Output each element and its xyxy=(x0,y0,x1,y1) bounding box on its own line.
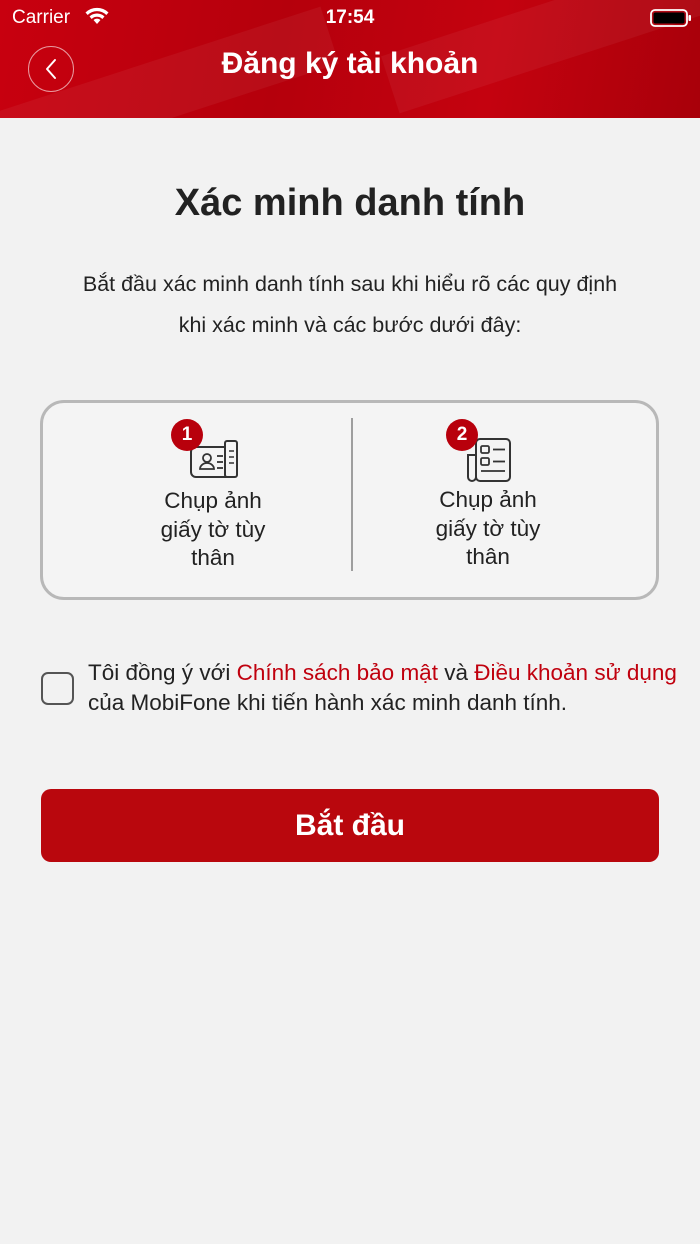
agreement-text: Tôi đồng ý với Chính sách bảo mật và Điề… xyxy=(88,658,688,718)
step-2: 2 Chụp ảnh giấy tờ tùy thân xyxy=(338,403,638,597)
status-bar: Carrier 17:54 xyxy=(0,0,700,36)
terms-of-use-link[interactable]: Điều khoản sử dụng xyxy=(474,660,677,685)
step-number-badge: 1 xyxy=(171,419,203,451)
step-label-line: Chụp ảnh xyxy=(164,488,262,513)
agree-checkbox[interactable] xyxy=(41,672,74,705)
intro-line: Bắt đầu xác minh danh tính sau khi hiểu … xyxy=(82,272,618,296)
step-label: Chụp ảnh giấy tờ tùy thân xyxy=(63,487,363,573)
agreement-prefix: Tôi đồng ý với xyxy=(88,660,237,685)
step-number-badge: 2 xyxy=(446,419,478,451)
intro-line: khi xác minh và các bước dưới đây: xyxy=(178,313,522,337)
steps-card: 1 Chụp ảnh giấy tờ tùy thân 2 Chụp ảnh g… xyxy=(40,400,659,600)
step-label-line: Chụp ảnh xyxy=(439,487,537,512)
start-button[interactable]: Bắt đầu xyxy=(41,789,659,862)
status-time: 17:54 xyxy=(325,7,375,28)
nav-title: Đăng ký tài khoản xyxy=(221,47,479,80)
battery-icon xyxy=(650,9,691,27)
step-label-line: thân xyxy=(466,544,510,569)
privacy-policy-link[interactable]: Chính sách bảo mật xyxy=(237,660,438,685)
step-1: 1 Chụp ảnh giấy tờ tùy thân xyxy=(63,403,363,597)
nav-header: Carrier 17:54 Đăng ký tài khoản xyxy=(0,0,700,118)
step-label-line: giấy tờ tùy xyxy=(160,516,266,542)
page-title: Xác minh danh tính xyxy=(174,182,526,224)
agreement-middle: và xyxy=(437,660,475,685)
intro-text: Bắt đầu xác minh danh tính sau khi hiểu … xyxy=(40,264,660,346)
step-label-line: thân xyxy=(191,545,235,570)
step-label-line: giấy tờ tùy xyxy=(435,515,541,541)
agreement-suffix: của MobiFone khi tiến hành xác minh danh… xyxy=(88,690,568,715)
step-label: Chụp ảnh giấy tờ tùy thân xyxy=(338,486,638,572)
